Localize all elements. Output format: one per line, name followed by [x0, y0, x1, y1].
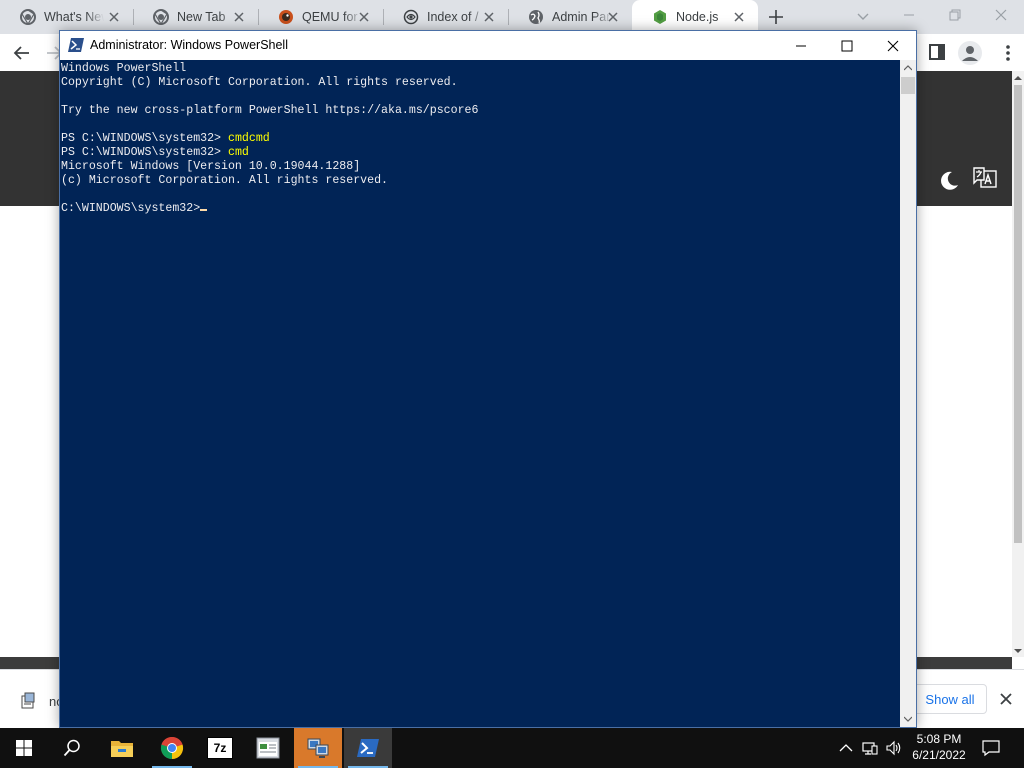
scroll-up-icon[interactable] [904, 65, 912, 71]
close-icon[interactable] [232, 10, 246, 24]
close-icon[interactable] [999, 692, 1013, 706]
text-cursor [200, 209, 208, 211]
tab-title: What's New [44, 10, 104, 24]
chevron-up-icon[interactable] [838, 740, 854, 756]
console-line: (c) Microsoft Corporation. All rights re… [61, 174, 388, 187]
taskbar-powershell[interactable] [344, 728, 392, 768]
taskbar-document-viewer[interactable] [244, 728, 292, 768]
taskbar-clock[interactable]: 5:08 PM 6/21/2022 [906, 731, 972, 763]
browser-tab-strip: What's New New Tab QEMU for Windows Inde… [0, 0, 1024, 34]
powershell-icon [68, 38, 84, 52]
powershell-icon [356, 738, 380, 758]
taskbar-remote-desktop[interactable] [294, 728, 342, 768]
scroll-down-icon[interactable] [1014, 647, 1022, 655]
window-title: Administrator: Windows PowerShell [90, 38, 288, 52]
remote-desktop-icon [305, 736, 331, 760]
close-window-icon[interactable] [870, 31, 916, 60]
console-line: PS C:\WINDOWS\system32> cmdcmd [61, 132, 270, 145]
windows-taskbar: 7z 5:08 PM 6/21/2022 [0, 728, 1024, 768]
qemu-icon [278, 9, 294, 25]
console-line: PS C:\WINDOWS\system32> cmd [61, 146, 249, 159]
restore-icon[interactable] [944, 4, 966, 26]
index-icon [403, 9, 419, 25]
windows-logo-icon [16, 740, 32, 756]
chrome-icon [153, 9, 169, 25]
new-tab-icon[interactable] [766, 7, 786, 27]
console-line: Microsoft Windows [Version 10.0.19044.12… [61, 160, 361, 173]
close-window-icon[interactable] [990, 4, 1012, 26]
clock-date: 6/21/2022 [912, 748, 966, 762]
close-icon[interactable] [107, 10, 121, 24]
tab-nodejs[interactable]: Node.js [632, 0, 758, 34]
tab-index-of[interactable]: Index of / [383, 0, 508, 34]
console-output[interactable]: Windows PowerShell Copyright (C) Microso… [60, 60, 900, 727]
tab-title: Index of / [427, 10, 479, 24]
tab-title: New Tab [177, 10, 226, 24]
scroll-up-icon[interactable] [1014, 74, 1022, 82]
page-scrollbar[interactable] [1012, 71, 1024, 657]
console-line: Try the new cross-platform PowerShell ht… [61, 104, 479, 117]
notification-center-icon[interactable] [982, 739, 1000, 757]
tab-whats-new[interactable]: What's New [0, 0, 133, 34]
taskbar-7zip[interactable]: 7z [196, 728, 244, 768]
scrollbar-thumb[interactable] [901, 77, 915, 94]
show-all-button[interactable]: Show all [913, 684, 987, 714]
chrome-icon [20, 9, 36, 25]
translate-icon[interactable] [972, 166, 998, 192]
chevron-down-icon[interactable] [855, 8, 871, 24]
console-line: C:\WINDOWS\system32> [61, 202, 208, 215]
search-button[interactable] [48, 728, 96, 768]
console-command: cmd [227, 146, 249, 159]
close-icon[interactable] [732, 10, 746, 24]
scrollbar-thumb[interactable] [1014, 85, 1022, 543]
7zip-icon: 7z [207, 737, 233, 759]
file-explorer-icon [110, 738, 134, 758]
console-line: Copyright (C) Microsoft Corporation. All… [61, 76, 458, 89]
document-viewer-icon [256, 737, 280, 759]
tab-admin-panel[interactable]: Admin Panel [508, 0, 632, 34]
volume-icon[interactable] [886, 740, 902, 756]
minimize-icon[interactable] [778, 31, 824, 60]
dark-mode-icon[interactable] [938, 170, 960, 192]
console-scrollbar[interactable] [900, 60, 916, 727]
close-icon[interactable] [606, 10, 620, 24]
taskbar-file-explorer[interactable] [98, 728, 146, 768]
tab-qemu[interactable]: QEMU for Windows [258, 0, 383, 34]
scroll-down-icon[interactable] [904, 716, 912, 722]
side-panel-icon[interactable] [928, 43, 946, 61]
tab-title: Admin Panel [552, 10, 612, 24]
minimize-icon[interactable] [898, 4, 920, 26]
console-prompt: PS C:\WINDOWS\system32> [61, 132, 228, 145]
start-button[interactable] [0, 728, 48, 768]
search-icon [63, 739, 81, 757]
globe-icon [528, 9, 544, 25]
console-command: cmdcmd [227, 132, 270, 145]
installer-file-icon[interactable] [20, 692, 38, 710]
window-title-bar[interactable]: Administrator: Windows PowerShell [60, 31, 916, 60]
chrome-icon [160, 736, 184, 760]
taskbar-chrome[interactable] [148, 728, 196, 768]
clock-time: 5:08 PM [916, 732, 962, 746]
close-icon[interactable] [482, 10, 496, 24]
console-text: Windows PowerShell Copyright (C) Microso… [61, 62, 478, 216]
console-line: Windows PowerShell [61, 62, 187, 75]
tab-new-tab[interactable]: New Tab [133, 0, 258, 34]
powershell-window[interactable]: Administrator: Windows PowerShell Window… [59, 30, 917, 728]
tab-title: QEMU for Windows [302, 10, 362, 24]
profile-avatar-icon[interactable] [958, 41, 982, 65]
close-icon[interactable] [357, 10, 371, 24]
console-prompt: C:\WINDOWS\system32> [61, 202, 201, 215]
back-arrow-icon[interactable] [12, 43, 32, 63]
nodejs-icon [652, 9, 668, 25]
maximize-icon[interactable] [824, 31, 870, 60]
console-prompt: PS C:\WINDOWS\system32> [61, 146, 228, 159]
network-icon[interactable] [862, 740, 878, 756]
more-menu-icon[interactable] [1004, 43, 1012, 63]
tab-title: Node.js [676, 10, 719, 24]
